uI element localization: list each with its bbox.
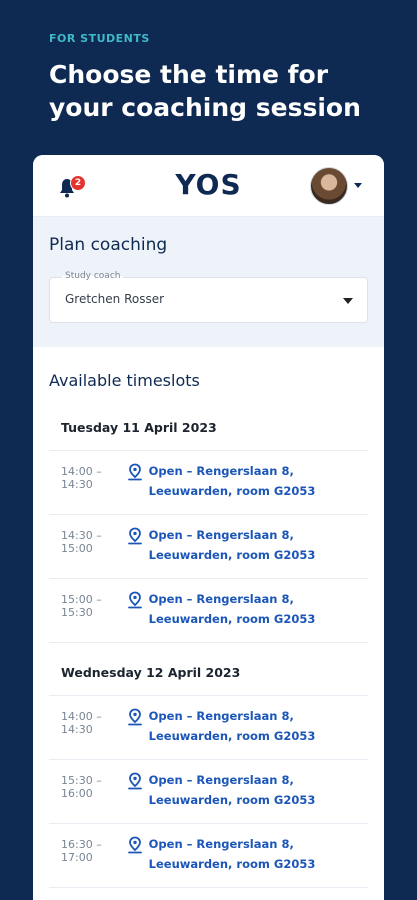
day-group: Tuesday 11 April 2023 14:00 – 14:30 Open… [49, 420, 368, 643]
study-coach-label: Study coach [62, 271, 124, 281]
avatar[interactable] [310, 167, 348, 205]
timeslot-row[interactable]: 16:30 – 17:00 Open – Rengerslaan 8, Leeu… [49, 824, 368, 888]
timeslot-row[interactable]: 15:30 – 16:00 Open – Rengerslaan 8, Leeu… [49, 760, 368, 824]
timeslot-row[interactable]: 15:00 – 15:30 Open – Rengerslaan 8, Leeu… [49, 579, 368, 643]
timeslot-location-link[interactable]: Open – Rengerslaan 8, Leeuwarden, room G… [149, 834, 356, 874]
study-coach-select[interactable]: Study coach Gretchen Rosser [49, 271, 368, 323]
plan-coaching-title: Plan coaching [49, 235, 168, 255]
timeslot-row[interactable]: 14:30 – 15:00 Open – Rengerslaan 8, Leeu… [49, 515, 368, 579]
day-group: Wednesday 12 April 2023 14:00 – 14:30 Op… [49, 665, 368, 888]
promo-kicker: FOR STUDENTS [49, 32, 150, 45]
timeslot-location-link[interactable]: Open – Rengerslaan 8, Leeuwarden, room G… [149, 461, 356, 501]
dropdown-arrow-icon [343, 298, 353, 304]
location-pin-icon [127, 591, 142, 609]
timeslot-location-link[interactable]: Open – Rengerslaan 8, Leeuwarden, room G… [149, 770, 356, 810]
plan-coaching-panel: Plan coaching Study coach Gretchen Rosse… [33, 217, 384, 347]
timeslot-time: 14:30 – 15:00 [61, 529, 102, 555]
timeslot-location-link[interactable]: Open – Rengerslaan 8, Leeuwarden, room G… [149, 525, 356, 565]
timeslot-row[interactable]: 14:00 – 14:30 Open – Rengerslaan 8, Leeu… [49, 696, 368, 760]
timeslot-time: 15:00 – 15:30 [61, 593, 102, 619]
day-date: Tuesday 11 April 2023 [49, 420, 368, 451]
timeslot-location-link[interactable]: Open – Rengerslaan 8, Leeuwarden, room G… [149, 706, 356, 746]
available-timeslots-title: Available timeslots [49, 371, 200, 390]
timeslot-time: 14:00 – 14:30 [61, 710, 102, 736]
location-pin-icon [127, 836, 142, 854]
location-pin-icon [127, 708, 142, 726]
chevron-down-icon[interactable] [354, 183, 362, 188]
phone-screen: 2 YOS Plan coaching Study coach Gretchen… [33, 155, 384, 900]
timeslot-time: 15:30 – 16:00 [61, 774, 102, 800]
study-coach-value: Gretchen Rosser [65, 292, 165, 306]
location-pin-icon [127, 527, 142, 545]
timeslot-time: 14:00 – 14:30 [61, 465, 102, 491]
promo-headline: Choose the time for your coaching sessio… [49, 60, 361, 122]
timeslot-time: 16:30 – 17:00 [61, 838, 102, 864]
available-timeslots: Available timeslots Tuesday 11 April 202… [33, 347, 384, 888]
location-pin-icon [127, 772, 142, 790]
day-date: Wednesday 12 April 2023 [49, 665, 368, 696]
app-header: 2 YOS [33, 155, 384, 217]
location-pin-icon [127, 463, 142, 481]
timeslot-location-link[interactable]: Open – Rengerslaan 8, Leeuwarden, room G… [149, 589, 356, 629]
timeslot-row[interactable]: 14:00 – 14:30 Open – Rengerslaan 8, Leeu… [49, 451, 368, 515]
